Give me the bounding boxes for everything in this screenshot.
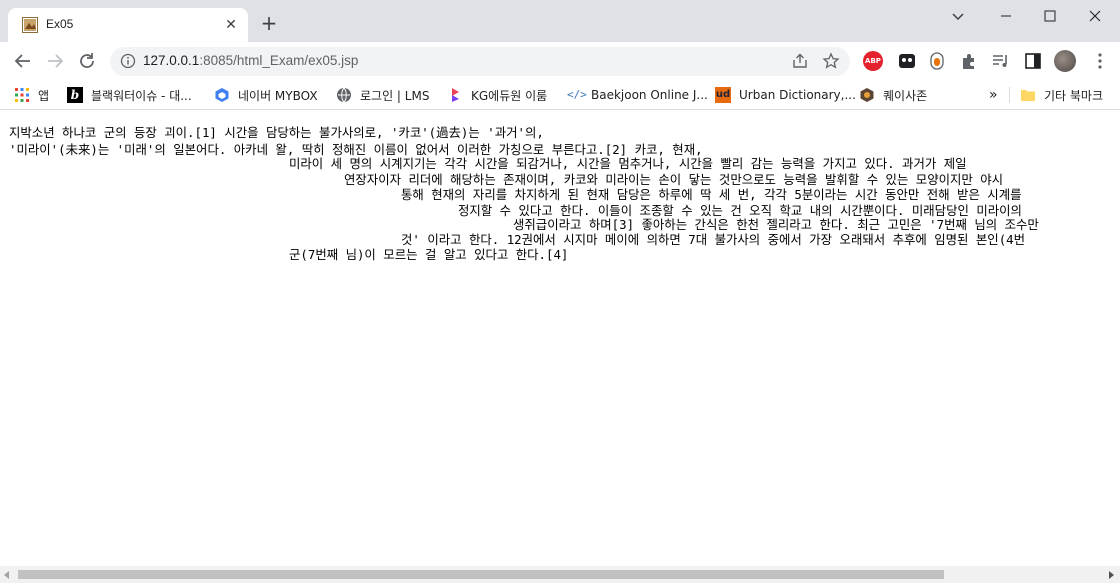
extension-icon[interactable] [897, 51, 917, 71]
bookmark-star-icon[interactable] [822, 52, 840, 70]
scroll-right-arrow-icon[interactable] [1106, 570, 1116, 580]
tab-title: Ex05 [46, 17, 74, 31]
mybox-icon [215, 88, 229, 102]
globe-icon [337, 87, 351, 103]
text-line: 군(7번째 님)이 모르는 걸 알고 있다고 한다.[4] [289, 247, 569, 262]
tab-ex05[interactable]: Ex05 ✕ [8, 8, 248, 42]
close-icon[interactable] [1085, 6, 1105, 26]
address-bar[interactable]: 127.0.0.1:8085/html_Exam/ex05.jsp [110, 47, 850, 76]
extension-icon[interactable] [927, 51, 947, 71]
bookmark-urban-dictionary[interactable]: ud Urban Dictionary,... [715, 84, 856, 106]
maximize-icon[interactable] [1040, 6, 1060, 26]
bookmark-label: 로그인 | LMS [360, 88, 430, 103]
minimize-icon[interactable] [996, 6, 1016, 26]
bookmarks-bar: 앱 b 블랙워터이슈 - 대... 네이버 MYBOX 로그인 | LMS KG… [0, 80, 1120, 110]
folder-icon [1021, 90, 1035, 101]
bookmark-label: 블랙워터이슈 - 대... [91, 88, 192, 103]
bookmark-label: Baekjoon Online J... [591, 88, 708, 102]
bookmark-label: Urban Dictionary,... [739, 88, 856, 102]
quasarzone-icon [860, 88, 874, 102]
text-line: 지박소년 하나코 군의 등장 괴이.[1] 시간을 담당하는 불가사의로, '카… [9, 125, 544, 140]
bookmark-quasarzone[interactable]: 퀘이사존 [859, 84, 927, 106]
share-icon[interactable] [791, 52, 809, 70]
scroll-left-arrow-icon[interactable] [2, 570, 12, 580]
bookmark-apps[interactable]: 앱 [14, 84, 49, 106]
back-arrow-icon[interactable] [12, 50, 34, 72]
page-favicon-icon [22, 17, 38, 33]
url-path: :8085/html_Exam/ex05.jsp [199, 53, 359, 68]
chevron-down-icon[interactable] [948, 6, 968, 26]
bookmark-label: 기타 북마크 [1044, 88, 1104, 103]
scrollbar-thumb[interactable] [18, 570, 944, 579]
bookmark-label: 퀘이사존 [883, 88, 928, 103]
bookmarks-divider [1009, 87, 1010, 103]
site-info-icon[interactable] [120, 53, 136, 69]
extensions-puzzle-icon[interactable] [959, 51, 979, 71]
bookmark-other-folder[interactable]: 기타 북마크 [1020, 84, 1103, 106]
tab-close-button[interactable]: ✕ [222, 16, 240, 34]
new-tab-button[interactable]: + [258, 12, 280, 34]
browser-toolbar: 127.0.0.1:8085/html_Exam/ex05.jsp ABP [0, 42, 1120, 80]
more-bookmarks-icon: » [989, 87, 998, 103]
bookmark-blackwater[interactable]: b 블랙워터이슈 - 대... [67, 84, 192, 106]
bookmark-baekjoon[interactable]: </> Baekjoon Online J... [567, 84, 708, 106]
tab-strip: Ex05 ✕ + [0, 0, 1120, 42]
bookmark-label: 네이버 MYBOX [238, 88, 318, 103]
adblock-plus-icon[interactable]: ABP [863, 51, 883, 71]
b-logo-icon: b [67, 87, 83, 103]
horizontal-scrollbar[interactable] [0, 566, 1120, 583]
bookmark-lms[interactable]: 로그인 | LMS [336, 84, 429, 106]
bookmark-label: 앱 [38, 88, 50, 103]
side-panel-icon[interactable] [1023, 51, 1043, 71]
ud-logo-icon: ud [715, 87, 731, 103]
more-menu-icon[interactable] [1090, 51, 1110, 71]
bookmark-naver-mybox[interactable]: 네이버 MYBOX [214, 84, 318, 106]
reload-icon[interactable] [76, 50, 98, 72]
kg-logo-icon [452, 88, 459, 102]
bookmark-label: KG에듀원 이룸 [471, 88, 548, 103]
profile-avatar[interactable] [1054, 50, 1076, 72]
apps-grid-icon [15, 88, 29, 102]
code-icon: </> [567, 88, 587, 101]
url-host: 127.0.0.1 [143, 53, 200, 68]
media-control-icon[interactable] [991, 51, 1011, 71]
more-bookmarks-button[interactable]: » [989, 84, 998, 106]
bookmark-kg-eduone[interactable]: KG에듀원 이룸 [447, 84, 547, 106]
forward-arrow-icon[interactable] [44, 50, 66, 72]
url-text[interactable]: 127.0.0.1:8085/html_Exam/ex05.jsp [143, 53, 358, 68]
page-content: 지박소년 하나코 군의 등장 괴이.[1] 시간을 담당하는 불가사의로, '카… [0, 111, 1120, 566]
